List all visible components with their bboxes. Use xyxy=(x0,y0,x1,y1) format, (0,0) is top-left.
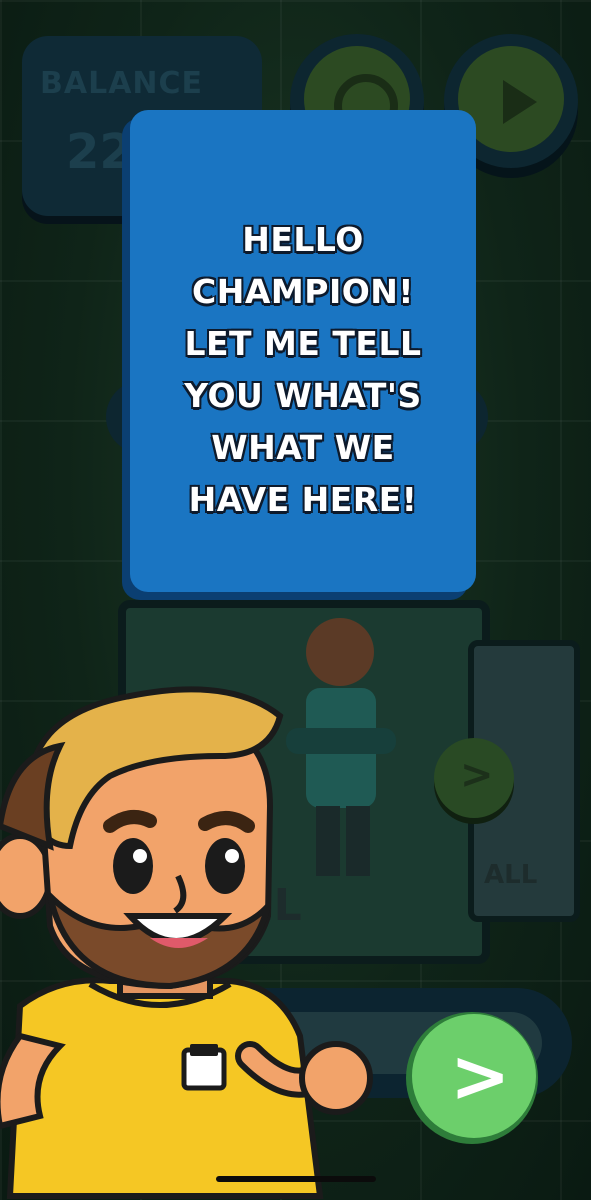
chevron-right-icon: > xyxy=(450,1034,511,1118)
dialog-line: CHAMPION! xyxy=(192,272,414,311)
dialog-message: HELLO CHAMPION! LET ME TELL YOU WHAT'S W… xyxy=(130,214,476,526)
dialog-line: YOU WHAT'S xyxy=(184,376,422,415)
chevron-right-icon: > xyxy=(460,752,494,798)
carousel-next-button: > xyxy=(434,738,514,818)
tutorial-dialog: HELLO CHAMPION! LET ME TELL YOU WHAT'S W… xyxy=(130,110,476,592)
dialog-line: WHAT WE xyxy=(211,428,395,467)
dialog-line: HAVE HERE! xyxy=(188,480,418,519)
dialog-line: HELLO xyxy=(242,220,364,259)
game-card-next-title: ALL xyxy=(484,860,538,890)
balance-label: BALANCE xyxy=(40,66,204,101)
next-button[interactable]: > xyxy=(406,1012,538,1144)
play-icon xyxy=(503,80,537,124)
balance-value: 22 xyxy=(66,124,133,180)
home-indicator xyxy=(216,1176,376,1182)
dialog-line: LET ME TELL xyxy=(184,324,422,363)
mascot-character xyxy=(0,686,373,1199)
